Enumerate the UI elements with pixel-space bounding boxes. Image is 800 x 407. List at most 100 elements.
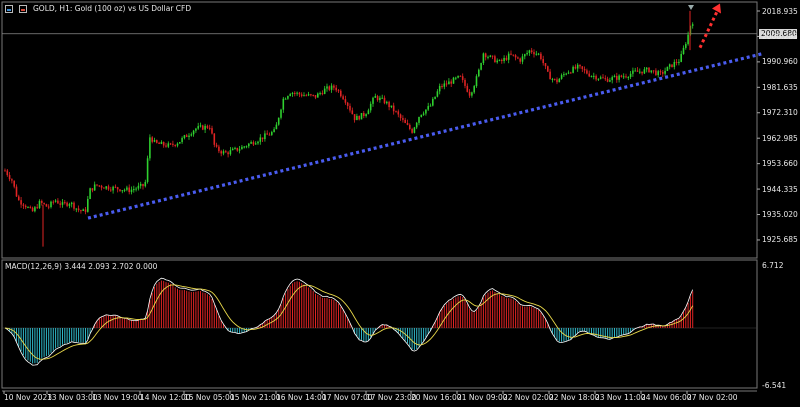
bull-candle	[234, 147, 236, 149]
bull-candle	[422, 113, 425, 115]
bear-candle	[116, 187, 119, 190]
price-label: 1990.960	[762, 57, 798, 67]
bear-candle	[266, 133, 268, 135]
time-label: 22 Nov 18:00	[549, 393, 600, 402]
bull-candle	[144, 181, 147, 187]
bull-candle	[229, 150, 232, 155]
bear-candle	[671, 64, 673, 68]
indicator-icon[interactable]	[19, 4, 27, 13]
bull-candle	[379, 97, 381, 101]
bear-candle	[100, 185, 103, 188]
bull-candle	[415, 122, 418, 128]
bull-candle	[381, 97, 383, 99]
bull-candle	[599, 77, 602, 79]
bull-candle	[443, 83, 446, 87]
bull-candle	[27, 207, 29, 209]
time-label: 15 Nov 05:00	[184, 393, 235, 402]
bull-candle	[360, 113, 363, 120]
bear-candle	[662, 72, 664, 74]
bear-candle	[392, 105, 395, 112]
bull-candle	[473, 86, 475, 93]
bull-candle	[121, 190, 124, 192]
bear-candle	[169, 143, 172, 145]
bear-candle	[409, 124, 411, 130]
bear-candle	[310, 94, 312, 96]
bull-candle	[238, 149, 241, 151]
bull-candle	[558, 78, 561, 83]
bull-candle	[61, 202, 64, 205]
bear-candle	[395, 111, 397, 113]
bull-candle	[126, 187, 128, 190]
bull-candle	[307, 94, 310, 96]
bull-candle	[277, 117, 280, 125]
bear-candle	[353, 114, 356, 121]
time-label: 17 Nov 07:00	[322, 393, 373, 402]
bull-candle	[296, 92, 298, 94]
bear-candle	[156, 140, 158, 143]
bear-candle	[321, 93, 324, 95]
chart-window-icon[interactable]	[5, 4, 13, 13]
bull-candle	[565, 73, 567, 75]
bull-candle	[139, 183, 142, 186]
bear-candle	[606, 78, 609, 82]
bull-candle	[436, 91, 439, 97]
bear-candle	[107, 186, 110, 190]
bear-candle	[300, 94, 303, 96]
bear-candle	[340, 90, 342, 97]
bull-candle	[664, 70, 666, 74]
time-label: 24 Nov 06:00	[641, 393, 692, 402]
bull-candle	[195, 128, 197, 131]
bear-candle	[648, 67, 650, 73]
bull-candle	[257, 141, 259, 144]
trading-chart[interactable]	[0, 0, 800, 407]
bear-candle	[31, 207, 34, 212]
bear-candle	[586, 70, 588, 74]
bear-candle	[342, 96, 344, 100]
bear-candle	[445, 83, 448, 85]
bull-candle	[639, 71, 641, 73]
bear-candle	[36, 207, 38, 209]
bear-candle	[675, 61, 678, 63]
bull-candle	[432, 98, 434, 106]
bear-candle	[337, 90, 340, 92]
time-label: 10 Nov 2023	[4, 393, 53, 402]
macd-max-label: 6.712	[762, 261, 784, 270]
bull-candle	[645, 67, 648, 70]
bear-candle	[574, 66, 577, 69]
bear-candle	[514, 55, 517, 58]
bear-candle	[43, 202, 45, 205]
bull-candle	[241, 146, 243, 150]
bull-candle	[374, 96, 377, 98]
bull-candle	[82, 209, 84, 211]
bear-candle	[604, 78, 607, 80]
bear-candle	[358, 115, 360, 120]
bull-candle	[183, 135, 186, 138]
bull-candle	[521, 56, 524, 62]
bull-candle	[429, 105, 432, 107]
bull-candle	[330, 85, 333, 90]
bear-candle	[225, 151, 227, 153]
bear-candle	[583, 69, 586, 71]
bear-candle	[620, 75, 623, 77]
time-label: 14 Nov 12:00	[140, 393, 191, 402]
bear-candle	[185, 135, 188, 138]
bull-candle	[576, 64, 579, 69]
bull-candle	[245, 146, 248, 148]
bull-candle	[271, 132, 273, 135]
bull-candle	[231, 148, 234, 151]
price-label: 1972.310	[762, 108, 798, 118]
time-label: 13 Nov 19:00	[92, 393, 143, 402]
bear-candle	[22, 204, 25, 206]
bear-candle	[261, 137, 264, 140]
price-label: 2018.935	[762, 6, 798, 16]
bear-candle	[294, 92, 296, 94]
bull-candle	[289, 94, 291, 97]
bull-candle	[135, 188, 137, 190]
bear-candle	[461, 76, 464, 80]
bear-candle	[64, 202, 66, 204]
bull-candle	[425, 109, 427, 114]
bull-candle	[372, 97, 374, 104]
bull-candle	[93, 184, 96, 191]
bull-candle	[528, 50, 531, 53]
bear-candle	[172, 143, 174, 145]
